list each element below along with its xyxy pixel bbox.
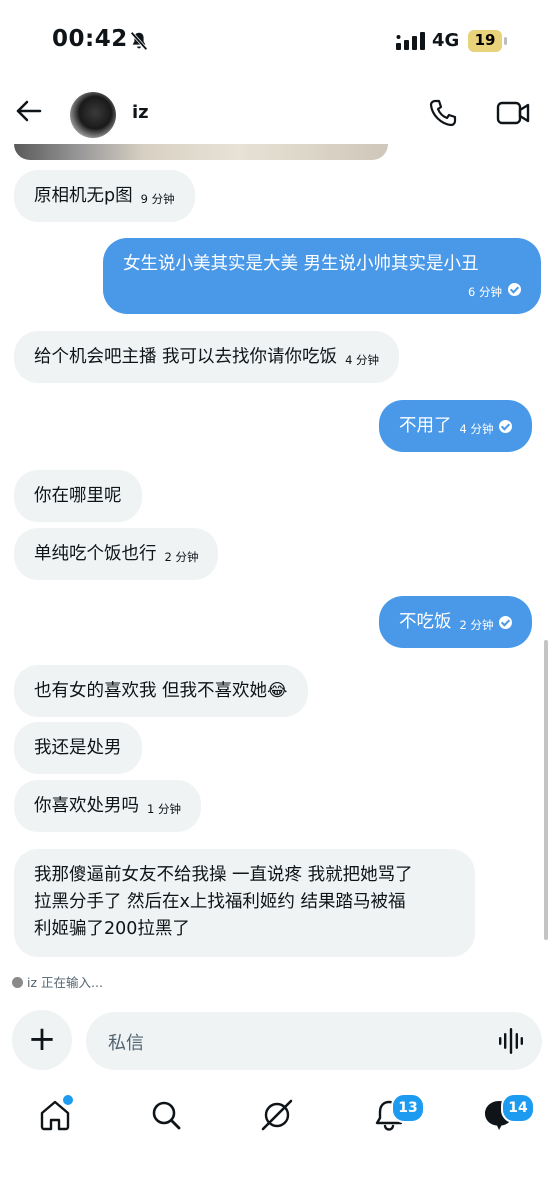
message-time: 4 分钟	[345, 353, 380, 367]
message-time: 1 分钟	[147, 802, 181, 816]
message-text: 我还是处男	[34, 738, 122, 758]
status-time: 00:42	[52, 26, 128, 52]
message-text-line: 我那傻逼前女友不给我操 一直说疼 我就把她骂了	[34, 865, 413, 885]
search-icon[interactable]	[149, 1098, 183, 1132]
plus-icon: +	[27, 1019, 57, 1059]
messages-badge: 14	[501, 1093, 535, 1123]
image-message-partial[interactable]	[14, 144, 388, 160]
notifications-badge: 13	[391, 1093, 425, 1123]
add-media-button[interactable]: +	[12, 1010, 72, 1070]
read-check-icon	[499, 420, 513, 433]
message-incoming[interactable]: 也有女的喜欢我 但我不喜欢她😂	[14, 665, 308, 717]
network-type: 4G	[432, 30, 460, 51]
contact-avatar[interactable]	[70, 92, 116, 138]
message-text: 你在哪里呢	[34, 486, 122, 506]
phone-icon[interactable]	[428, 98, 458, 128]
battery-level: 19	[474, 31, 496, 49]
conversation-header: iz	[0, 84, 554, 144]
home-unread-dot	[61, 1093, 75, 1107]
message-incoming[interactable]: 原相机无p图 9 分钟	[14, 170, 195, 222]
read-check-icon	[499, 616, 513, 629]
message-input-placeholder: 私信	[108, 1033, 144, 1054]
typing-text: iz 正在输入...	[27, 975, 103, 990]
battery-icon: 19	[468, 30, 508, 52]
message-time: 4 分钟	[459, 422, 494, 436]
message-time: 6 分钟	[468, 285, 502, 299]
message-incoming[interactable]: 你喜欢处男吗 1 分钟	[14, 780, 201, 832]
message-text: 也有女的喜欢我 但我不喜欢她😂	[34, 681, 288, 701]
message-incoming[interactable]: 给个机会吧主播 我可以去找你请你吃饭 4 分钟	[14, 331, 400, 383]
message-incoming[interactable]: 单纯吃个饭也行 2 分钟	[14, 528, 219, 580]
signal-icon	[396, 32, 425, 50]
message-outgoing[interactable]: 女生说小美其实是大美 男生说小帅其实是小丑 6 分钟	[103, 238, 541, 314]
message-text-line: 拉黑分手了 然后在x上找福利姬约 结果踏马被福	[34, 892, 406, 912]
message-incoming[interactable]: 你在哪里呢	[14, 470, 142, 522]
message-text: 不用了	[399, 416, 452, 436]
message-text: 单纯吃个饭也行	[34, 544, 157, 564]
typing-indicator: iz 正在输入...	[12, 972, 103, 991]
message-text: 原相机无p图	[34, 186, 133, 206]
message-incoming[interactable]: 我那傻逼前女友不给我操 一直说疼 我就把她骂了 拉黑分手了 然后在x上找福利姬约…	[14, 849, 475, 957]
message-time: 2 分钟	[459, 618, 494, 632]
message-text: 女生说小美其实是大美 男生说小帅其实是小丑	[123, 254, 479, 274]
scrollbar[interactable]	[544, 640, 548, 940]
message-incoming[interactable]: 我还是处男	[14, 722, 142, 774]
read-check-icon	[508, 283, 521, 296]
message-input[interactable]: 私信	[86, 1012, 542, 1070]
message-text: 给个机会吧主播 我可以去找你请你吃饭	[34, 347, 338, 367]
message-text: 不吃饭	[399, 612, 452, 632]
bell-muted-icon	[130, 31, 148, 51]
message-time: 9 分钟	[140, 192, 175, 206]
contact-name[interactable]: iz	[132, 102, 149, 123]
message-text: 你喜欢处男吗	[34, 796, 139, 816]
status-bar: 00:42 4G 19	[0, 0, 554, 84]
grok-icon[interactable]	[260, 1098, 294, 1132]
typing-avatar-icon	[12, 977, 23, 988]
video-call-icon[interactable]	[496, 98, 530, 128]
back-arrow-icon[interactable]	[14, 96, 44, 126]
message-text-line: 利姬骗了200拉黑了	[34, 919, 190, 939]
voice-message-icon[interactable]	[498, 1027, 524, 1055]
message-time: 2 分钟	[164, 550, 199, 564]
message-outgoing[interactable]: 不用了 4 分钟	[379, 400, 533, 452]
message-outgoing[interactable]: 不吃饭 2 分钟	[379, 596, 533, 648]
